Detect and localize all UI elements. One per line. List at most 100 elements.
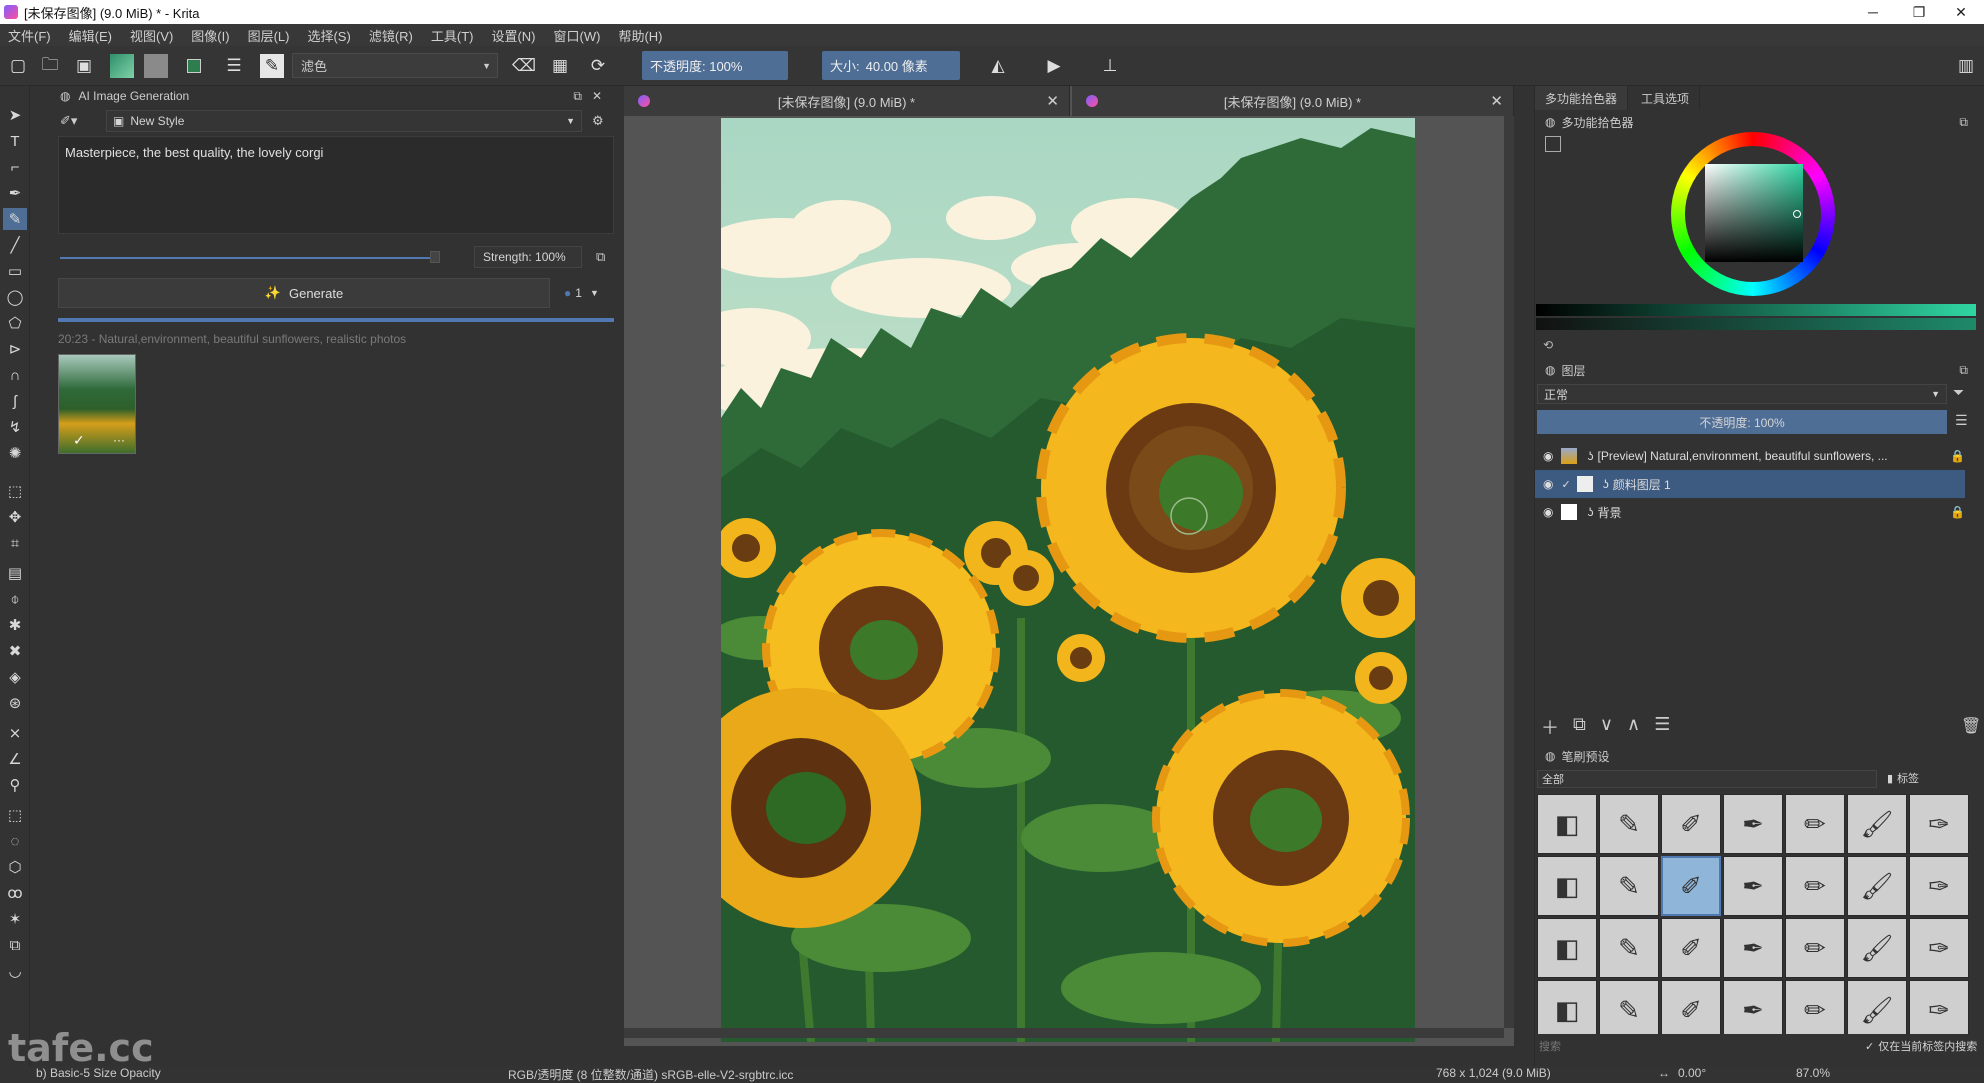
strength-spinbox[interactable]: Strength: 100% (474, 246, 582, 268)
menu-filter[interactable]: 滤镜(R) (369, 26, 413, 45)
freehand-select-icon[interactable]: ꝏ (3, 882, 27, 904)
fg-bg-color-icon[interactable] (182, 54, 206, 78)
brush-size-field[interactable]: 大小: 40.00 像素 (822, 51, 960, 80)
color-settings-icon[interactable] (1545, 136, 1561, 152)
visibility-eye-icon[interactable]: ◉ (1543, 477, 1553, 491)
transform-tool-icon[interactable]: ⬚ (3, 480, 27, 502)
add-layer-icon[interactable]: ＋ (1541, 714, 1559, 740)
brush-preset-tile[interactable]: ◧ (1537, 856, 1597, 916)
color-picker-cursor[interactable] (1793, 210, 1801, 218)
brush-tag-button[interactable]: ▮ 标签 (1887, 770, 1919, 786)
ellipse-select-icon[interactable]: ◌ (3, 830, 27, 852)
reference-tool-icon[interactable]: ⚲ (3, 774, 27, 796)
menu-settings[interactable]: 设置(N) (491, 26, 535, 45)
sunflower-artwork[interactable] (721, 118, 1415, 1042)
brush-preset-tile[interactable]: ◧ (1537, 980, 1597, 1034)
freehand-path-icon[interactable]: ʃ (3, 390, 27, 412)
float-docker-icon[interactable]: ⧉ (573, 89, 582, 104)
style-select[interactable]: ▣ New Style ▼ (106, 110, 582, 132)
text-tool-icon[interactable]: T (3, 130, 27, 152)
menu-tools[interactable]: 工具(T) (431, 26, 474, 45)
layer-row[interactable]: ◉ ʖ [Preview] Natural,environment, beaut… (1535, 442, 1965, 470)
brush-preset-tile[interactable]: ✑ (1909, 980, 1969, 1034)
layer-opacity-field[interactable]: 不透明度: 100% (1537, 410, 1947, 434)
batch-count-select[interactable]: ● 1 ▼ (564, 282, 620, 304)
brush-preset-tile[interactable]: ✏ (1785, 918, 1845, 978)
layer-blend-mode-select[interactable]: 正常 ▼ (1537, 384, 1947, 404)
rect-select-icon[interactable]: ⬚ (3, 804, 27, 826)
brush-preset-tile[interactable]: ✒ (1723, 918, 1783, 978)
minimize-button[interactable]: ─ (1850, 0, 1896, 24)
layer-lock-icon[interactable]: 🔒 (1950, 449, 1965, 463)
similar-select-icon[interactable]: ⧉ (3, 934, 27, 956)
brush-preset-tile[interactable]: ◧ (1537, 794, 1597, 854)
color-slider-2[interactable] (1536, 318, 1976, 330)
assistant-tool-icon[interactable]: ⨯ (3, 722, 27, 744)
polygon-select-icon[interactable]: ⬡ (3, 856, 27, 878)
brush-settings-icon[interactable]: ☰ (222, 54, 246, 78)
close-window-button[interactable]: ✕ (1938, 0, 1984, 24)
select-shapes-icon[interactable]: ➤ (3, 104, 27, 126)
bezier-tool-icon[interactable]: ∩ (3, 364, 27, 386)
tab-tool-options[interactable]: 工具选项 (1631, 86, 1701, 110)
visibility-eye-icon[interactable]: ◉ (1543, 505, 1553, 519)
close-docker-icon[interactable]: ✕ (592, 89, 602, 103)
gradient-tool-icon[interactable]: ▤ (3, 562, 27, 584)
menu-window[interactable]: 窗口(W) (554, 26, 601, 45)
close-tab-icon[interactable]: ✕ (1046, 92, 1059, 110)
color-history-icon[interactable]: ⟲ (1543, 338, 1553, 352)
brush-preset-tile[interactable]: ✒ (1723, 980, 1783, 1034)
strength-slider[interactable] (60, 257, 430, 259)
search-in-tag-checkbox[interactable]: ✓ 仅在当前标签内搜索 (1865, 1038, 1977, 1054)
brush-preset-tile[interactable]: ✏ (1785, 856, 1845, 916)
crop-tool-icon[interactable]: ⌗ (3, 532, 27, 554)
alpha-lock-icon[interactable]: ▦ (548, 54, 572, 78)
smart-patch-icon[interactable]: ✱ (3, 614, 27, 636)
brush-preset-tile[interactable]: ✐ (1661, 856, 1721, 916)
mirror-vertical-icon[interactable]: ▶ (1042, 54, 1066, 78)
brush-preset-tile[interactable]: ✑ (1909, 856, 1969, 916)
freehand-brush-icon[interactable]: ✎ (3, 208, 27, 230)
layer-row[interactable]: ◉ ʖ 背景 🔒 (1535, 498, 1965, 526)
prompt-textarea[interactable]: Masterpiece, the best quality, the lovel… (58, 136, 614, 234)
layer-lock-icon[interactable]: 🔒 (1950, 505, 1965, 519)
save-icon[interactable]: ▣ (72, 54, 96, 78)
brush-preset-tile[interactable]: ✎ (1599, 856, 1659, 916)
brush-preset-tile[interactable]: ✎ (1599, 980, 1659, 1034)
document-tab-1[interactable]: [未保存图像] (9.0 MiB) * ✕ (624, 86, 1070, 116)
menu-view[interactable]: 视图(V) (130, 26, 173, 45)
brush-preset-tile[interactable]: ✐ (1661, 918, 1721, 978)
polyline-tool-icon[interactable]: ⊳ (3, 338, 27, 360)
brush-search-input[interactable]: 搜索 (1539, 1038, 1561, 1054)
menu-edit[interactable]: 编辑(E) (69, 26, 112, 45)
brush-preset-tile[interactable]: ✒ (1723, 794, 1783, 854)
strength-slider-handle[interactable] (430, 251, 440, 263)
queue-icon[interactable]: ⧉ (596, 246, 616, 268)
brush-preset-tile[interactable]: 🖌 (1847, 794, 1907, 854)
brush-preset-tile[interactable]: ✑ (1909, 794, 1969, 854)
rectangle-tool-icon[interactable]: ▭ (3, 260, 27, 282)
mirror-horizontal-icon[interactable]: ◭ (986, 54, 1010, 78)
bezier-select-icon[interactable]: ◡ (3, 960, 27, 982)
layer-properties-icon[interactable]: ☰ (1654, 714, 1670, 740)
menu-select[interactable]: 选择(S) (307, 26, 350, 45)
float-docker-icon[interactable]: ⧉ (1959, 363, 1968, 378)
edit-shapes-icon[interactable]: ⌐ (3, 156, 27, 178)
layer-menu-icon[interactable]: ☰ (1955, 412, 1968, 429)
visibility-eye-icon[interactable]: ◉ (1543, 449, 1553, 463)
layer-row-selected[interactable]: ◉ ✓ ʖ 颜料图层 1 (1535, 470, 1965, 498)
brush-preset-tile[interactable]: 🖌 (1847, 980, 1907, 1034)
tab-color-selector[interactable]: 多功能拾色器 (1535, 86, 1629, 110)
gradient-swatch-icon[interactable] (110, 54, 134, 78)
delete-layer-icon[interactable]: 🗑 (1961, 716, 1981, 736)
calligraphy-icon[interactable]: ✒ (3, 182, 27, 204)
opacity-field[interactable]: 不透明度: 100% (642, 51, 788, 80)
move-layer-down-icon[interactable]: ∨ (1600, 714, 1613, 740)
brush-preset-tile[interactable]: ✎ (1599, 794, 1659, 854)
duplicate-layer-icon[interactable]: ⧉ (1573, 714, 1586, 740)
menu-image[interactable]: 图像(I) (191, 26, 229, 45)
fill-tool-icon[interactable]: ◈ (3, 666, 27, 688)
float-docker-icon[interactable]: ⧉ (1959, 115, 1968, 130)
brush-preset-tile[interactable]: ✐ (1661, 794, 1721, 854)
blend-mode-select[interactable]: 滤色 ▼ (292, 53, 498, 78)
